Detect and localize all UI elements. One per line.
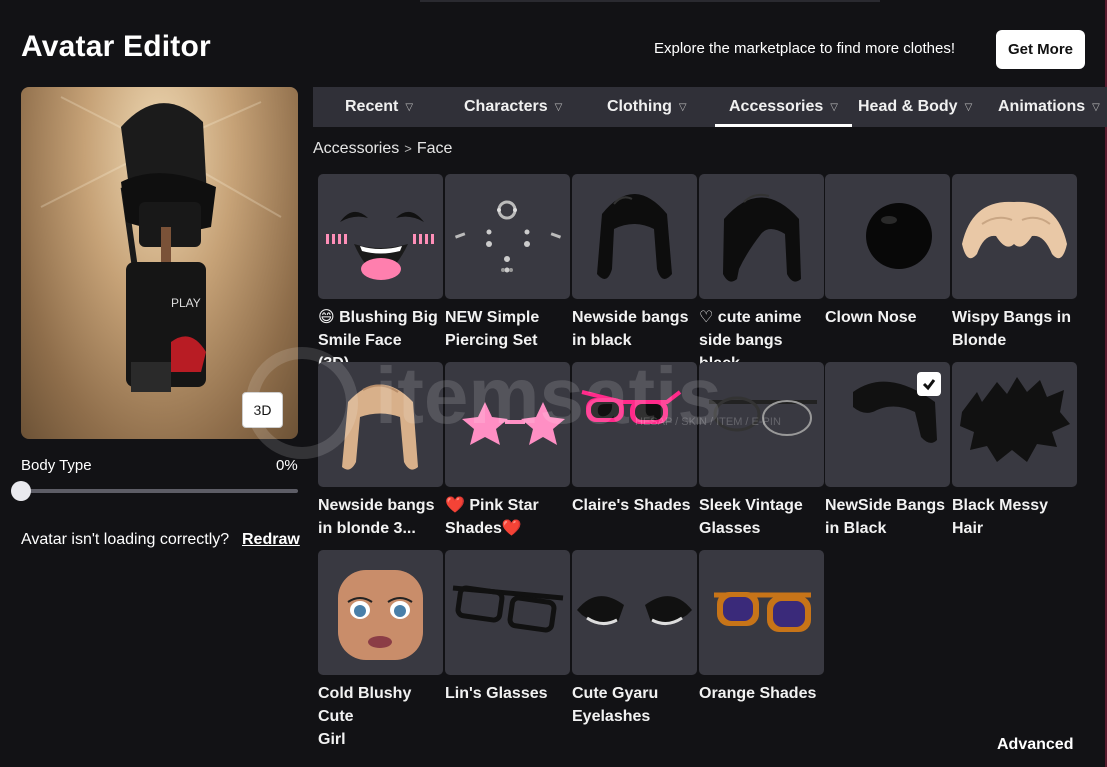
item-name: Cute Gyaru Eyelashes <box>572 685 659 725</box>
chevron-down-icon: ▽ <box>830 101 838 113</box>
tab-label: Characters <box>464 98 548 115</box>
body-type-value: 0% <box>276 457 298 474</box>
blonde-bangs-icon <box>962 201 1067 259</box>
window-top-edge <box>420 0 880 2</box>
cute-girl-face-icon <box>338 570 423 660</box>
item-tile[interactable] <box>318 550 443 675</box>
item-tile[interactable] <box>825 174 950 299</box>
chevron-down-icon: ▽ <box>405 101 414 113</box>
tab-characters[interactable]: Characters ▽ <box>464 87 562 127</box>
selected-check-icon <box>917 372 941 396</box>
category-tabs: Recent ▽ Characters ▽ Clothing ▽ Accessorie… <box>313 87 1107 127</box>
item-tile[interactable] <box>699 550 824 675</box>
orange-shades-icon <box>714 592 811 632</box>
breadcrumb-parent[interactable]: Accessories <box>313 140 399 157</box>
item-tile[interactable] <box>699 174 824 299</box>
item-tile[interactable] <box>952 174 1077 299</box>
tab-label: Accessories <box>729 98 824 115</box>
body-type-label: Body Type <box>21 457 92 474</box>
item-name: Claire's Shades <box>572 497 691 514</box>
pink-shades-icon <box>581 390 682 424</box>
item-name: Black Messy Hair <box>952 497 1049 537</box>
item-tile[interactable] <box>572 174 697 299</box>
blushing-smile-face-icon <box>326 211 434 280</box>
item-name: Wispy Bangs in Blonde <box>952 309 1071 349</box>
advanced-link[interactable]: Advanced <box>997 736 1073 754</box>
blonde-side-bangs-icon <box>342 384 418 470</box>
chevron-down-icon: ▽ <box>964 101 973 113</box>
breadcrumb-current: Face <box>416 140 453 157</box>
clown-nose-icon <box>866 203 932 269</box>
item-name: NewSide Bangs in Black <box>825 497 946 537</box>
marketplace-promo-text: Explore the marketplace to find more clo… <box>654 40 955 57</box>
item-tile[interactable] <box>445 550 570 675</box>
eyelashes-icon <box>577 596 692 625</box>
item-name: Clown Nose <box>825 309 917 326</box>
toggle-3d-button[interactable]: 3D <box>242 392 283 428</box>
item-tile[interactable] <box>318 362 443 487</box>
messy-hair-icon <box>960 377 1070 462</box>
svg-text:PLAY: PLAY <box>171 296 201 310</box>
item-name: Orange Shades <box>699 685 817 702</box>
get-more-button[interactable]: Get More <box>996 30 1085 69</box>
item-name: NEW Simple Piercing Set <box>445 309 540 349</box>
vintage-glasses-icon <box>709 396 817 436</box>
item-tile[interactable] <box>699 362 824 487</box>
black-glasses-icon <box>452 585 564 633</box>
item-tile[interactable] <box>572 550 697 675</box>
tab-label: Animations <box>998 98 1086 115</box>
avatar-preview[interactable]: PLAY <box>21 87 298 439</box>
item-name: Lin's Glasses <box>445 685 548 702</box>
item-tile[interactable] <box>572 362 697 487</box>
pink-star-shades-icon <box>462 402 565 445</box>
item-tile[interactable] <box>445 174 570 299</box>
item-name: ❤️ Pink Star Shades❤️ <box>445 497 539 537</box>
tab-label: Recent <box>345 98 399 115</box>
item-name: Cold Blushy Cute Girl <box>318 685 412 748</box>
item-name: Sleek Vintage Glasses <box>699 497 803 537</box>
anime-bangs-icon <box>723 193 801 282</box>
body-type-slider-thumb[interactable] <box>11 481 31 501</box>
chevron-down-icon: ▽ <box>554 101 563 113</box>
breadcrumb-separator: > <box>404 141 412 156</box>
piercing-set-icon <box>454 200 562 273</box>
tab-recent[interactable]: Recent ▽ <box>345 87 413 127</box>
avatar-figure-icon: PLAY <box>40 96 282 392</box>
body-type-slider-track[interactable] <box>21 489 298 493</box>
black-bangs-icon <box>597 194 672 279</box>
chevron-down-icon: ▽ <box>678 101 687 113</box>
redraw-message: Avatar isn't loading correctly? <box>21 531 230 548</box>
chevron-down-icon: ▽ <box>1092 101 1100 113</box>
item-tile[interactable] <box>952 362 1077 487</box>
tab-head-body[interactable]: Head & Body ▽ <box>858 87 972 127</box>
item-tile[interactable] <box>445 362 570 487</box>
item-tile[interactable] <box>318 174 443 299</box>
tab-accessories[interactable]: Accessories ▽ <box>715 87 852 127</box>
tab-label: Clothing <box>607 98 672 115</box>
item-name: Newside bangs in blonde 3... <box>318 497 435 537</box>
redraw-link[interactable]: Redraw <box>242 531 300 549</box>
tab-clothing[interactable]: Clothing ▽ <box>607 87 687 127</box>
page-title: Avatar Editor <box>21 30 211 63</box>
tab-animations[interactable]: Animations ▽ <box>998 87 1100 127</box>
item-name: Newside bangs in black <box>572 309 689 349</box>
tab-label: Head & Body <box>858 98 958 115</box>
breadcrumb: Accessories > Face <box>313 140 452 158</box>
